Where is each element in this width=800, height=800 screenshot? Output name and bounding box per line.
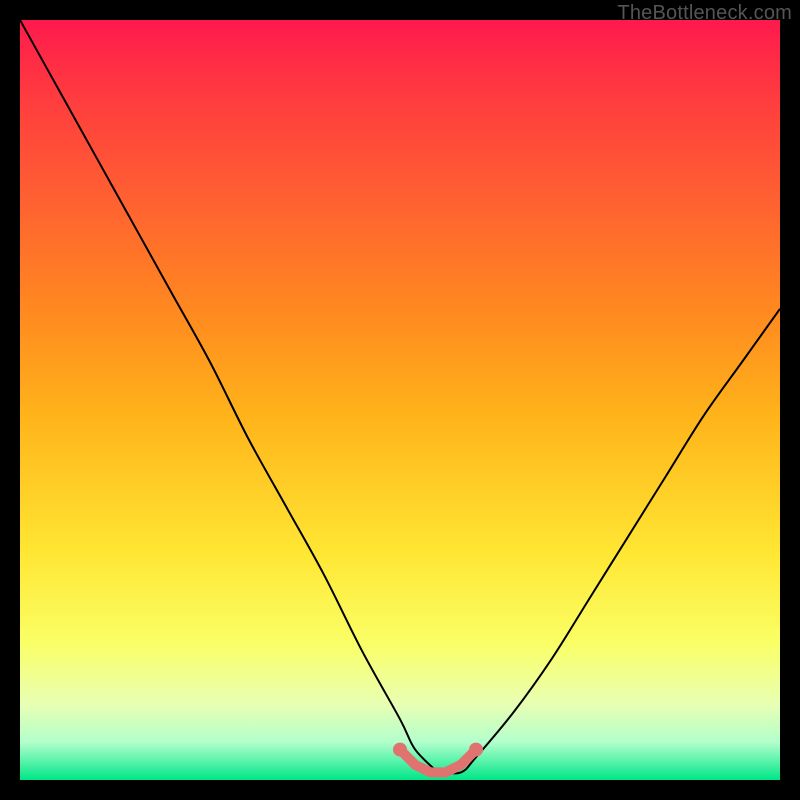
chart-svg bbox=[20, 20, 780, 780]
optimal-endpoint-dot bbox=[469, 743, 483, 757]
bottleneck-curve-right bbox=[438, 309, 780, 774]
optimal-endpoint-dot bbox=[393, 743, 407, 757]
bottleneck-curve-left bbox=[20, 20, 438, 772]
watermark-text: TheBottleneck.com bbox=[617, 2, 792, 25]
chart-plot-area bbox=[20, 20, 780, 780]
chart-frame: TheBottleneck.com bbox=[0, 0, 800, 800]
